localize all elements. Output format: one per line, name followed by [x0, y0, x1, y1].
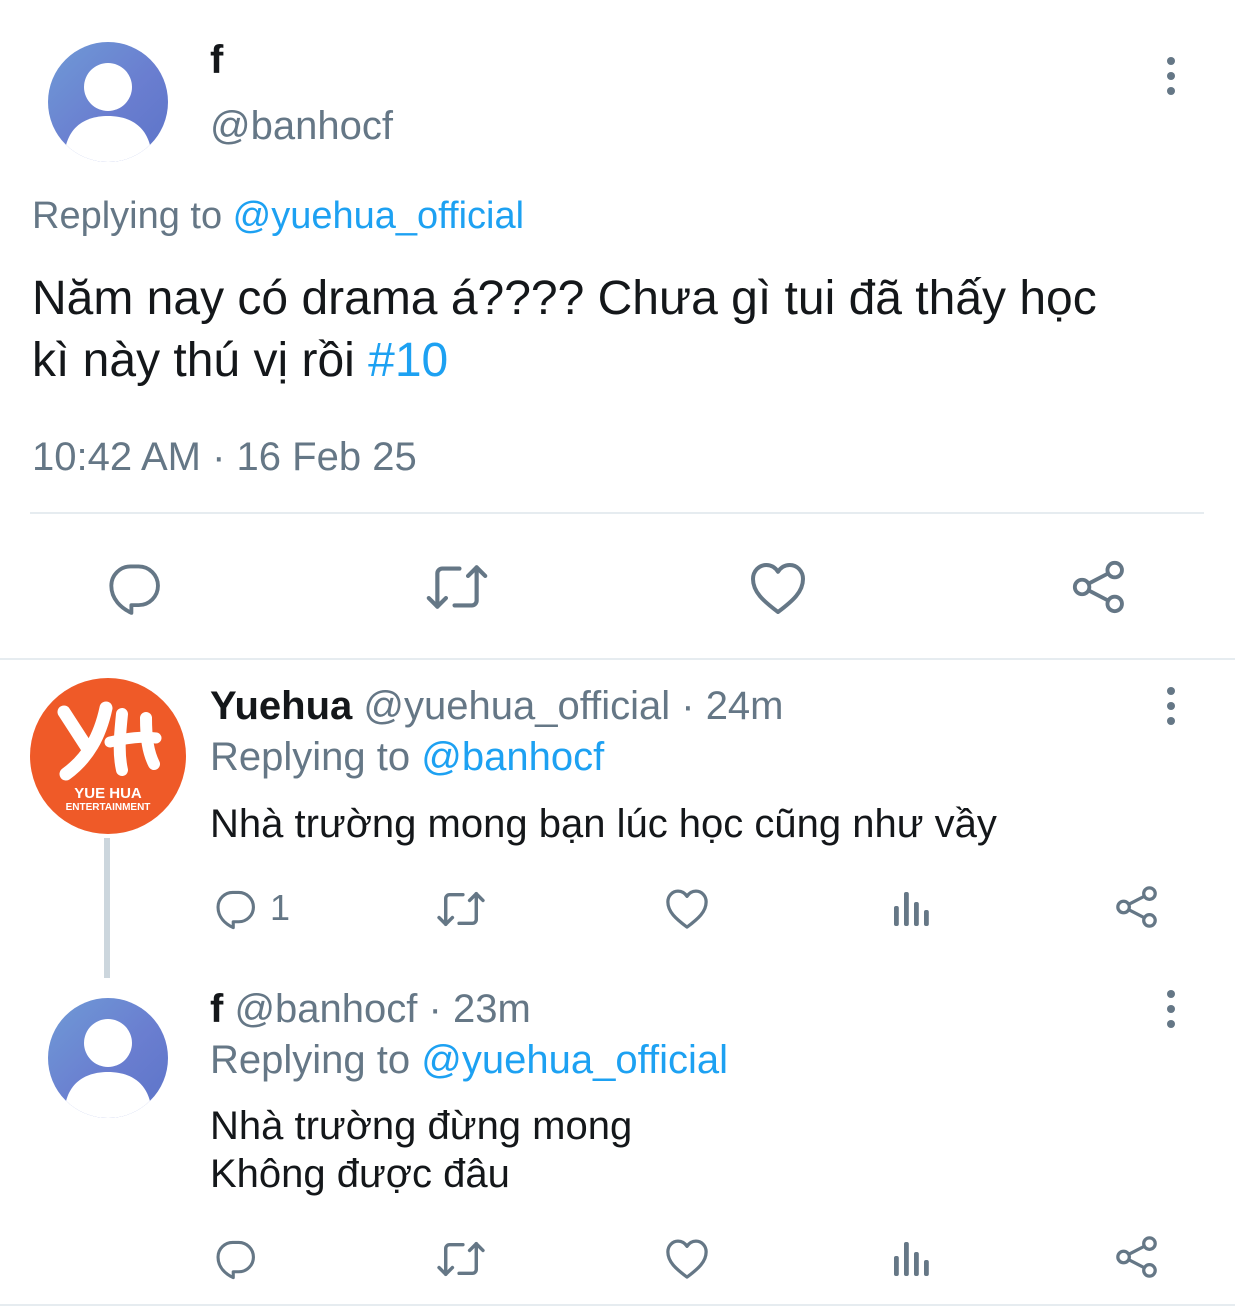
share-icon[interactable] [1114, 1234, 1160, 1280]
replying-to-label: Replying to [210, 735, 422, 779]
reply-text: Nhà trường đừng mong Không được đâu [210, 1102, 632, 1198]
hashtag-link[interactable]: #10 [368, 334, 448, 387]
display-name[interactable]: f [210, 38, 223, 82]
replying-to: Replying to @banhocf [210, 735, 604, 779]
avatar[interactable]: YUE HUA ENTERTAINMENT [30, 678, 186, 834]
replying-to-link[interactable]: @yuehua_official [233, 195, 524, 237]
more-options-icon[interactable] [1161, 57, 1181, 95]
reply-icon[interactable] [106, 558, 164, 616]
tweet-timestamp[interactable]: 10:42 AM · 16 Feb 25 [32, 434, 417, 480]
reply-text-line: Nhà trường đừng mong [210, 1104, 633, 1148]
divider [30, 512, 1204, 514]
reply-header: Yuehua @yuehua_official · 24m [210, 684, 784, 728]
replying-to: Replying to @yuehua_official [32, 194, 524, 238]
display-name[interactable]: f [210, 987, 223, 1031]
reply-icon[interactable] [214, 1236, 258, 1280]
logo-subtext: ENTERTAINMENT [65, 802, 151, 813]
avatar[interactable] [48, 42, 168, 162]
reply-icon[interactable] [214, 886, 258, 930]
divider [0, 1304, 1235, 1306]
more-options-icon[interactable] [1161, 687, 1181, 725]
more-options-icon[interactable] [1161, 990, 1181, 1028]
reply-time[interactable]: · 24m [670, 684, 783, 728]
replying-to-label: Replying to [210, 1038, 422, 1082]
tweet-text-segment: kì này thú vị rồi [32, 334, 369, 387]
replying-to: Replying to @yuehua_official [210, 1038, 728, 1082]
thread-line [104, 838, 110, 978]
tweet-text-line: Năm nay có drama á???? Chưa gì tui đã th… [32, 272, 1097, 325]
retweet-icon[interactable] [436, 1238, 486, 1280]
retweet-icon[interactable] [436, 888, 486, 930]
like-icon[interactable] [664, 886, 710, 930]
avatar[interactable] [48, 998, 168, 1118]
default-avatar-icon [64, 1019, 152, 1118]
replying-to-link[interactable]: @banhocf [421, 735, 604, 779]
like-icon[interactable] [748, 558, 808, 616]
logo-text: YUE HUA [74, 785, 142, 802]
tweet-text-line: kì này thú vị rồi #10 [32, 330, 1097, 392]
reply-time[interactable]: · 23m [417, 987, 531, 1031]
replying-to-link[interactable]: @yuehua_official [421, 1038, 728, 1082]
retweet-icon[interactable] [424, 560, 490, 614]
analytics-icon[interactable] [890, 888, 934, 928]
reply-count: 1 [270, 887, 291, 928]
like-icon[interactable] [664, 1236, 710, 1280]
user-handle[interactable]: @banhocf [210, 104, 393, 148]
reply-text-line: Không được đâu [210, 1152, 510, 1196]
default-avatar-icon [64, 63, 152, 162]
user-handle[interactable]: @yuehua_official [363, 684, 670, 728]
display-name[interactable]: Yuehua [210, 684, 352, 728]
reply-text: Nhà trường mong bạn lúc học cũng như vầy [210, 802, 997, 846]
share-icon[interactable] [1070, 558, 1128, 616]
analytics-icon[interactable] [890, 1238, 934, 1278]
share-icon[interactable] [1114, 884, 1160, 930]
reply-header: f @banhocf · 23m [210, 987, 531, 1031]
divider [0, 658, 1235, 660]
replying-to-label: Replying to [32, 195, 233, 237]
tweet-text: Năm nay có drama á???? Chưa gì tui đã th… [32, 268, 1097, 392]
user-handle[interactable]: @banhocf [234, 987, 417, 1031]
